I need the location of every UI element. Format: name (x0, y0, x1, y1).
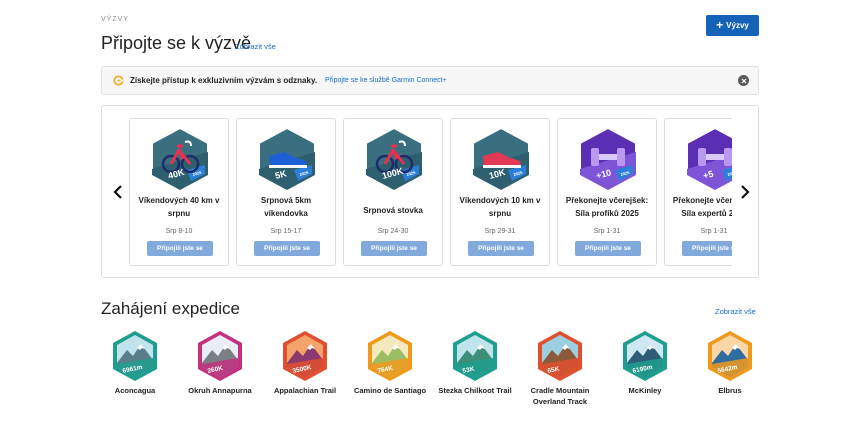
view-all-challenges-link[interactable]: Zobrazit vše (235, 42, 276, 51)
expedition-item[interactable]: 53K Stezka Chilkoot Trail (430, 330, 520, 396)
chevron-left-icon[interactable] (111, 181, 125, 203)
challenge-badge-icon: 40K 2025 (151, 126, 209, 192)
challenge-date: Srp 24-30 (377, 228, 409, 235)
expedition-item[interactable]: 6961m Aconcagua (90, 330, 180, 396)
expedition-badge-icon: 53K (453, 331, 497, 381)
expedition-name: Camino de Santiago (353, 386, 427, 395)
expedition-name: Elbrus (718, 386, 742, 395)
challenge-title: Víkendových 10 km v srpnu (459, 196, 541, 218)
expedition-badge-icon: 3500K (283, 331, 327, 381)
expeditions-title: Zahájení expedice (101, 299, 240, 318)
challenge-date: Srp 1-31 (700, 228, 728, 235)
challenges-button[interactable]: + Výzvy (706, 15, 759, 36)
expedition-item[interactable]: 260K Okruh Annapurna (175, 330, 265, 396)
carousel-viewport: 40K 2025 Víkendových 40 km v srpnu Srp 8-10… (129, 118, 732, 268)
challenge-card[interactable]: 10K 2025 Víkendových 10 km v srpnu Srp 29-3… (450, 118, 550, 266)
expedition-item[interactable]: 764K Camino de Santiago (345, 330, 435, 396)
expedition-badge-icon: 6190m (623, 331, 667, 381)
plus-icon: + (716, 18, 724, 32)
expedition-item[interactable]: 3500K Appalachian Trail (260, 330, 350, 396)
chevron-right-icon[interactable] (738, 181, 752, 203)
view-all-expeditions-link[interactable]: Zobrazit vše (715, 307, 756, 316)
challenge-title: Překonejte včerejšek: Síla expertů 2025 (672, 196, 732, 218)
eyebrow-label: VÝZVY (101, 16, 129, 23)
close-icon[interactable] (738, 75, 749, 86)
challenge-card[interactable]: +52025 Překonejte včerejšek: Síla expertů… (664, 118, 732, 266)
joined-button[interactable]: Připojili jste se (682, 241, 732, 256)
garmin-connect-plus-icon (113, 75, 124, 86)
expedition-name: Appalachian Trail (273, 386, 337, 395)
joined-button[interactable]: Připojili jste se (468, 241, 534, 256)
challenge-badge-icon: 100K 2025 (365, 126, 423, 192)
challenge-badge-icon: 10K 2025 (472, 126, 530, 192)
joined-button[interactable]: Připojili jste se (254, 241, 320, 256)
challenge-card[interactable]: +10 2025 Překonejte včerejšek: Síla profík… (557, 118, 657, 266)
expedition-name: Aconcagua (114, 386, 156, 395)
challenge-date: Srp 15-17 (270, 228, 302, 235)
challenge-title: Překonejte včerejšek: Síla profíků 2025 (565, 196, 649, 218)
challenges-button-label: Výzvy (726, 21, 749, 30)
expedition-badge-icon: 5642m (708, 331, 752, 381)
challenge-badge-icon: +10 2025 (579, 126, 637, 192)
expedition-badge-icon: 65K (538, 331, 582, 381)
expedition-badge-icon: 260K (198, 331, 242, 381)
expedition-item[interactable]: 65K Cradle Mountain Overland Track (515, 330, 605, 407)
connect-plus-banner: Získejte přístup k exkluzivním výzvám s … (101, 66, 759, 95)
banner-text: Získejte přístup k exkluzivním výzvám s … (130, 76, 318, 85)
expedition-item[interactable]: 6190m McKinley (600, 330, 690, 396)
page-title: Připojte se k výzvě (101, 33, 252, 53)
connect-plus-link[interactable]: Připojte se ke službě Garmin Connect+ (325, 77, 447, 84)
challenge-date: Srp 29-31 (484, 228, 516, 235)
challenge-date: Srp 1-31 (593, 228, 621, 235)
expedition-badge-icon: 764K (368, 331, 412, 381)
challenge-date: Srp 8-10 (165, 228, 193, 235)
challenge-card[interactable]: 100K 2025 Srpnová stovka Srp 24-30 Připojili… (343, 118, 443, 266)
challenge-title: Víkendových 40 km v srpnu (138, 196, 220, 218)
challenge-badge-icon: 5K 2025 (258, 126, 316, 192)
expedition-item[interactable]: 5642m Elbrus (685, 330, 775, 396)
challenge-card[interactable]: 40K 2025 Víkendových 40 km v srpnu Srp 8-10… (129, 118, 229, 266)
challenge-title: Srpnová stovka (363, 206, 423, 215)
expedition-name: Stezka Chilkoot Trail (438, 386, 512, 395)
joined-button[interactable]: Připojili jste se (575, 241, 641, 256)
expedition-name: Okruh Annapurna (188, 386, 252, 395)
joined-button[interactable]: Připojili jste se (361, 241, 427, 256)
challenge-card[interactable]: 5K 2025 Srpnová 5km víkendovka Srp 15-17 Při… (236, 118, 336, 266)
expedition-name: Cradle Mountain Overland Track (530, 386, 590, 406)
expedition-name: McKinley (628, 386, 662, 395)
challenges-carousel: 40K 2025 Víkendových 40 km v srpnu Srp 8-10… (101, 105, 759, 278)
expedition-badge-icon: 6961m (113, 331, 157, 381)
challenge-badge-icon: +5 2025 (686, 126, 732, 192)
challenge-title: Srpnová 5km víkendovka (260, 196, 312, 218)
joined-button[interactable]: Připojili jste se (147, 241, 213, 256)
